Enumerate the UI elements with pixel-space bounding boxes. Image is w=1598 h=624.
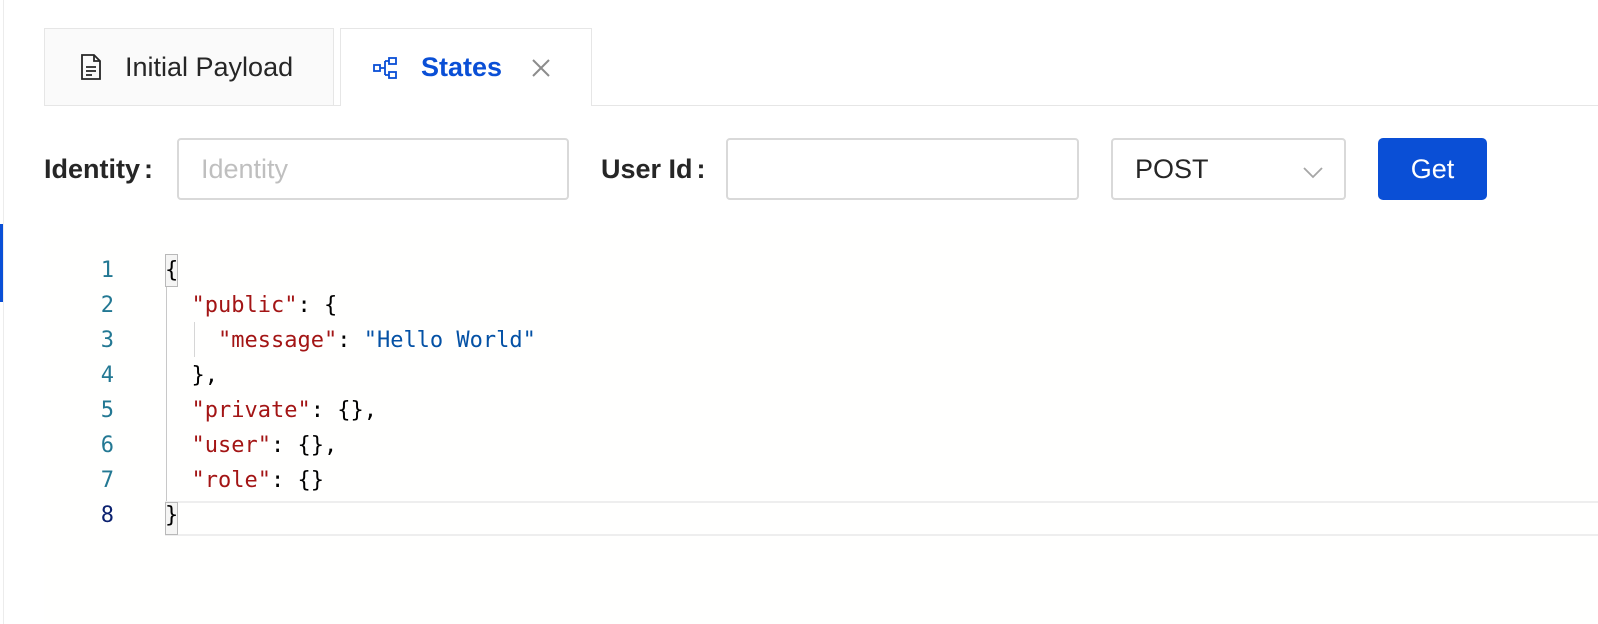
cluster-icon [373,56,399,80]
code-line: 2 "public": { [44,288,1598,323]
method-select-value: POST [1135,153,1209,184]
code-text: { [165,253,178,288]
code-line: 1{ [44,253,1598,288]
chevron-down-icon [1302,159,1324,190]
tab-bar: Initial Payload States [44,28,1598,106]
json-punctuation: : {} [270,468,324,493]
userid-label: User Id: [601,154,706,184]
json-punctuation [165,398,192,423]
code-text: "message": "Hello World" [165,323,536,358]
json-punctuation [165,468,192,493]
json-editor[interactable]: 1{2 "public": {3 "message": "Hello World… [44,225,1598,624]
tab-initial-payload[interactable]: Initial Payload [44,28,334,106]
json-punctuation: : {}, [310,398,377,423]
code-text: "role": {} [165,463,324,498]
code-line: 8} [44,498,1598,533]
json-key: "role" [191,468,271,493]
line-number: 3 [100,328,114,353]
json-string: "Hello World" [363,328,536,353]
json-punctuation: { [165,258,179,283]
line-number: 2 [100,293,114,318]
code-text: } [165,498,178,533]
json-key: "private" [191,398,311,423]
identity-label: Identity: [44,154,154,184]
query-form: Identity: User Id: POST Get [44,138,1598,200]
line-number: 6 [100,433,114,458]
json-punctuation: }, [191,363,219,388]
method-select[interactable]: POST [1111,138,1346,200]
json-key: "user" [191,433,271,458]
line-number: 1 [100,258,114,283]
json-punctuation: : [337,328,364,353]
tab-states-label: States [421,52,503,82]
code-text: "private": {}, [165,393,377,428]
line-number: 5 [100,398,114,423]
line-number: 4 [100,363,114,388]
json-punctuation [165,328,218,353]
left-border [0,0,4,624]
tab-initial-payload-label: Initial Payload [125,51,294,82]
json-punctuation: } [165,503,179,528]
json-punctuation [165,433,192,458]
get-button[interactable]: Get [1378,138,1487,200]
json-punctuation [165,293,192,318]
active-indicator [0,224,3,302]
line-number: 7 [100,468,114,493]
code-line: 6 "user": {}, [44,428,1598,463]
json-punctuation: : {}, [270,433,338,458]
file-text-icon [79,53,103,81]
tab-states[interactable]: States [340,28,592,106]
code-text: "public": { [165,288,338,323]
code-text: }, [165,358,219,393]
code-text: "user": {}, [165,428,338,463]
line-number: 8 [100,503,114,528]
json-punctuation [165,363,192,388]
json-key: "message" [217,328,338,353]
code-line: 7 "role": {} [44,463,1598,498]
json-punctuation: : { [297,293,338,318]
userid-input[interactable] [726,138,1079,200]
close-icon[interactable] [530,57,552,79]
identity-input[interactable] [177,138,569,200]
code-line: 4 }, [44,358,1598,393]
code-line: 5 "private": {}, [44,393,1598,428]
json-key: "public" [191,293,298,318]
code-line: 3 "message": "Hello World" [44,323,1598,358]
